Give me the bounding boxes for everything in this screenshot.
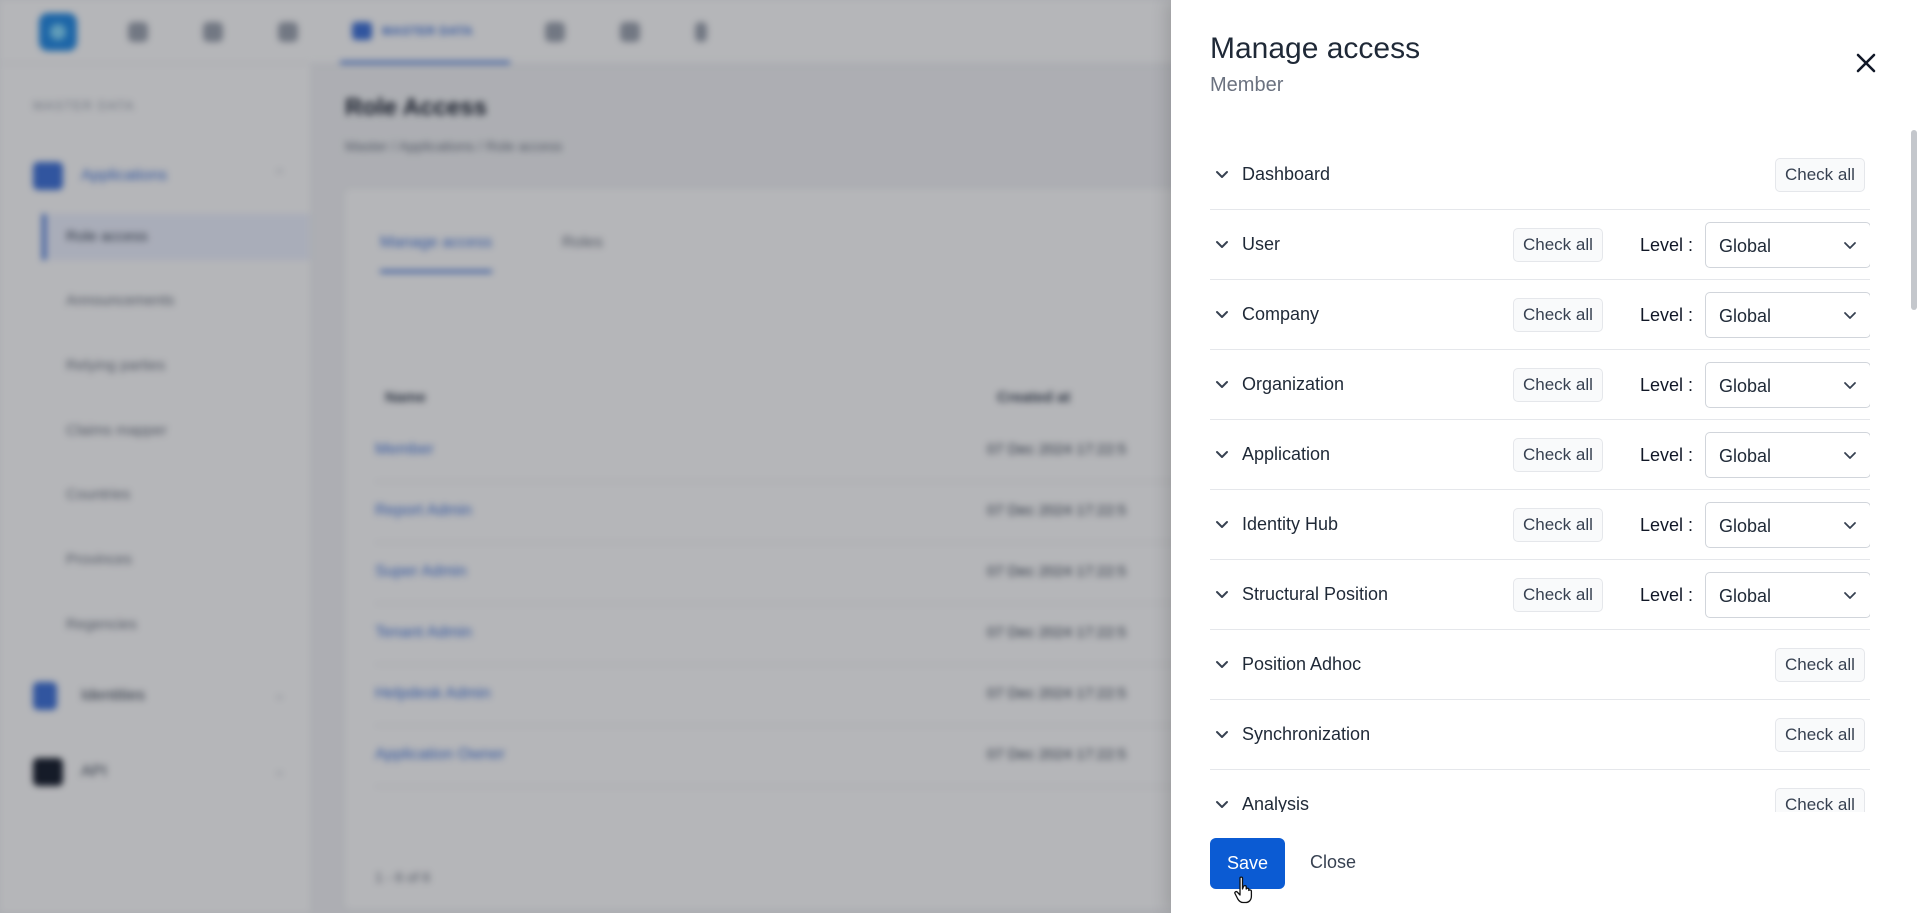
section-label[interactable]: Application [1242, 444, 1330, 465]
chevron-down-icon [1842, 307, 1858, 323]
section-row-application: Application Check all Level : Global [1210, 420, 1870, 490]
level-select-value: Global [1719, 516, 1772, 536]
chevron-down-icon[interactable] [1212, 374, 1232, 394]
section-label[interactable]: Structural Position [1242, 584, 1388, 605]
section-row-organization: Organization Check all Level : Global [1210, 350, 1870, 420]
check-all-button[interactable]: Check all [1513, 508, 1603, 542]
check-all-button[interactable]: Check all [1775, 718, 1865, 752]
check-all-button[interactable]: Check all [1775, 648, 1865, 682]
section-label[interactable]: User [1242, 234, 1280, 255]
chevron-down-icon[interactable] [1212, 654, 1232, 674]
chevron-down-icon[interactable] [1212, 234, 1232, 254]
level-select[interactable]: Global [1705, 432, 1870, 478]
chevron-down-icon[interactable] [1212, 724, 1232, 744]
section-row-company: Company Check all Level : Global [1210, 280, 1870, 350]
chevron-down-icon [1842, 237, 1858, 253]
section-row-synchronization: Synchronization Check all [1210, 700, 1870, 770]
check-all-button[interactable]: Check all [1775, 158, 1865, 192]
section-label[interactable]: Organization [1242, 374, 1344, 395]
chevron-down-icon[interactable] [1212, 584, 1232, 604]
section-row-dashboard: Dashboard Check all [1210, 140, 1870, 210]
section-label[interactable]: Analysis [1242, 794, 1309, 812]
section-row-identity-hub: Identity Hub Check all Level : Global [1210, 490, 1870, 560]
check-all-button[interactable]: Check all [1775, 788, 1865, 812]
level-select-value: Global [1719, 236, 1772, 256]
hand-pointer-icon [1233, 876, 1255, 904]
check-all-button[interactable]: Check all [1513, 228, 1603, 262]
section-row-analysis: Analysis Check all [1210, 770, 1870, 812]
level-label: Level : [1640, 445, 1694, 465]
drawer-scrollbar-thumb[interactable] [1911, 130, 1917, 310]
level-select-value: Global [1719, 446, 1772, 466]
check-all-button[interactable]: Check all [1513, 438, 1603, 472]
chevron-down-icon[interactable] [1212, 304, 1232, 324]
level-select[interactable]: Global [1705, 502, 1870, 548]
chevron-down-icon[interactable] [1212, 164, 1232, 184]
level-select-value: Global [1719, 376, 1772, 396]
drawer-subtitle: Member [1210, 74, 1284, 96]
close-button[interactable]: Close [1310, 852, 1356, 873]
chevron-down-icon [1842, 447, 1858, 463]
manage-access-drawer: Manage access Member Dashboard Check all… [1171, 0, 1919, 913]
level-select[interactable]: Global [1705, 572, 1870, 618]
level-label: Level : [1640, 585, 1694, 605]
check-all-button[interactable]: Check all [1513, 368, 1603, 402]
level-select[interactable]: Global [1705, 222, 1870, 268]
level-label: Level : [1640, 235, 1694, 255]
section-label[interactable]: Position Adhoc [1242, 654, 1361, 675]
section-label[interactable]: Synchronization [1242, 724, 1370, 745]
section-label[interactable]: Dashboard [1242, 164, 1330, 185]
access-sections-list[interactable]: Dashboard Check all User Check all Level… [1210, 140, 1870, 812]
level-label: Level : [1640, 515, 1694, 535]
section-row-user: User Check all Level : Global [1210, 210, 1870, 280]
chevron-down-icon [1842, 377, 1858, 393]
level-label: Level : [1640, 305, 1694, 325]
section-row-position-adhoc: Position Adhoc Check all [1210, 630, 1870, 700]
level-select[interactable]: Global [1705, 362, 1870, 408]
check-all-button[interactable]: Check all [1513, 298, 1603, 332]
level-label: Level : [1640, 375, 1694, 395]
section-label[interactable]: Identity Hub [1242, 514, 1338, 535]
section-label[interactable]: Company [1242, 304, 1319, 325]
section-row-structural-position: Structural Position Check all Level : Gl… [1210, 560, 1870, 630]
chevron-down-icon[interactable] [1212, 794, 1232, 812]
chevron-down-icon [1842, 587, 1858, 603]
check-all-button[interactable]: Check all [1513, 578, 1603, 612]
drawer-title: Manage access [1210, 32, 1421, 65]
level-select-value: Global [1719, 306, 1772, 326]
chevron-down-icon[interactable] [1212, 444, 1232, 464]
level-select-value: Global [1719, 586, 1772, 606]
close-icon[interactable] [1851, 48, 1881, 78]
chevron-down-icon [1842, 517, 1858, 533]
level-select[interactable]: Global [1705, 292, 1870, 338]
chevron-down-icon[interactable] [1212, 514, 1232, 534]
